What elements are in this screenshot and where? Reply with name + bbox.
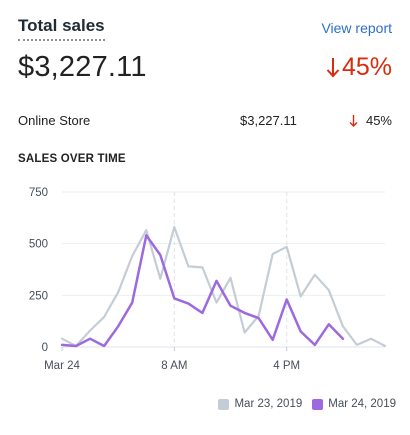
card-title[interactable]: Total sales: [18, 16, 105, 41]
x-tick-label: 4 PM: [273, 360, 300, 372]
series-line-mar-23: [60, 225, 387, 348]
legend-item-mar-24[interactable]: Mar 24, 2019: [312, 398, 396, 410]
legend-label: Mar 24, 2019: [328, 398, 396, 410]
breakdown-change: 45%: [349, 113, 392, 128]
y-tick-label: 500: [29, 239, 48, 251]
series-line-mar-24: [60, 234, 345, 348]
breakdown-amount: $3,227.11: [240, 113, 297, 128]
breakdown-row-online-store: Online Store $3,227.11 45%: [18, 111, 392, 131]
legend-swatch: [218, 398, 230, 410]
y-tick-label: 0: [42, 342, 48, 354]
breakdown-label: Online Store: [18, 113, 91, 128]
legend-item-mar-23[interactable]: Mar 23, 2019: [218, 398, 302, 410]
y-tick-label: 250: [29, 290, 48, 302]
legend-swatch: [312, 398, 324, 410]
total-sales-card: Total sales View report $3,227.11 45% On…: [0, 0, 410, 435]
total-sales-value: $3,227.11: [18, 51, 147, 83]
legend-label: Mar 23, 2019: [234, 398, 303, 410]
x-tick-label: 8 AM: [161, 360, 187, 372]
chart-title: SALES OVER TIME: [18, 153, 126, 165]
view-report-link[interactable]: View report: [321, 19, 392, 37]
x-tick-label: Mar 24: [44, 360, 80, 372]
chart-legend: Mar 23, 2019 Mar 24, 2019: [208, 398, 396, 410]
arrow-down-icon: [349, 115, 358, 127]
y-tick-label: 750: [29, 187, 48, 199]
arrow-down-icon: [326, 58, 340, 78]
sales-over-time-chart: 750 500 250 0 Mar 24 8 AM 4 PM: [29, 187, 387, 372]
breakdown-change-value: 45%: [365, 113, 392, 128]
total-change-value: 45%: [341, 53, 392, 81]
total-change: 45%: [326, 50, 392, 84]
